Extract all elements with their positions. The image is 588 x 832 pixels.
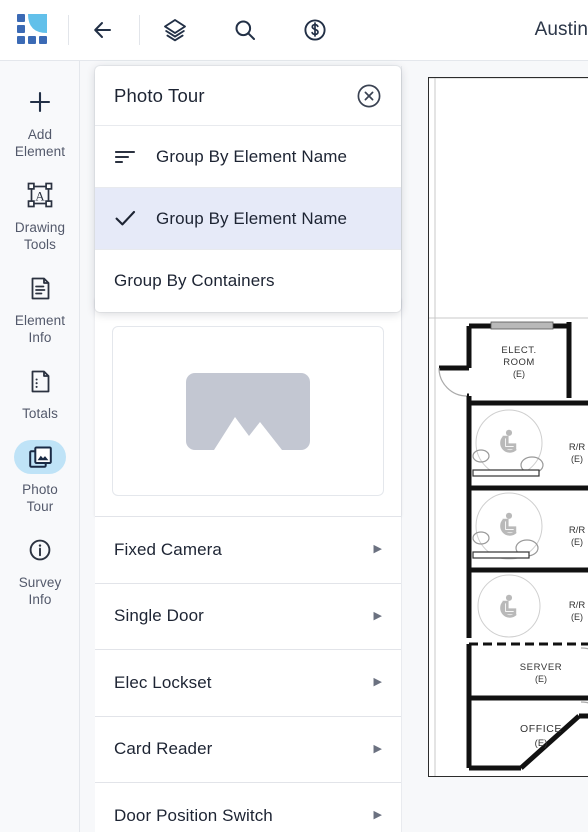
svg-text:(E): (E) [535, 738, 548, 749]
photo-stack-icon [28, 446, 52, 468]
photo-frame[interactable] [112, 326, 384, 496]
check-icon [114, 208, 136, 230]
dropdown-header: Photo Tour [95, 66, 401, 126]
element-type-list: Fixed Camera ▶ Single Door ▶ Elec Lockse… [95, 516, 401, 832]
chevron-right-icon: ▶ [373, 809, 382, 822]
cost-button[interactable] [292, 7, 338, 53]
svg-text:(E): (E) [571, 612, 583, 622]
sidebar-item-totals[interactable]: Totals [0, 358, 80, 426]
plus-icon [29, 91, 51, 113]
svg-text:OFFICE: OFFICE [520, 723, 562, 735]
sidebar-item-label: Add Element [14, 127, 66, 159]
left-sidebar: Add Element A Drawing Tools Element Info… [0, 61, 80, 832]
list-item-label: Fixed Camera [114, 539, 222, 559]
page-title: Austin [534, 19, 588, 40]
close-circle-icon[interactable] [356, 83, 382, 109]
photo-tour-icon-wrap [14, 440, 66, 474]
chevron-right-icon: ▶ [373, 742, 382, 755]
sidebar-item-label: Drawing Tools [14, 220, 66, 252]
list-item-label: Card Reader [114, 739, 213, 759]
survey-info-icon-wrap [14, 533, 66, 567]
svg-text:(E): (E) [571, 537, 583, 547]
sidebar-item-label: Totals [22, 406, 58, 421]
panel-right-edge [401, 66, 402, 832]
svg-text:SERVER: SERVER [520, 662, 563, 673]
sort-lines-icon [114, 146, 136, 168]
floorplan-canvas[interactable]: ELECT. ROOM (E) R/R (E) R/R (E) R/R (E) … [428, 77, 588, 777]
svg-text:(E): (E) [513, 369, 525, 379]
sidebar-item-element-info[interactable]: Element Info [0, 265, 80, 350]
chevron-right-icon: ▶ [373, 543, 382, 556]
svg-text:ROOM: ROOM [503, 357, 535, 368]
sidebar-item-add-element[interactable]: Add Element [0, 79, 80, 164]
totals-icon [31, 370, 49, 392]
sidebar-item-survey-info[interactable]: Survey Info [0, 527, 80, 612]
grid-logo-icon[interactable] [16, 13, 52, 47]
sidebar-item-label: Photo Tour [22, 482, 58, 514]
document-lines-icon [31, 277, 49, 299]
element-info-icon-wrap [14, 271, 66, 305]
sidebar-item-label: Element Info [14, 313, 66, 345]
list-item[interactable]: Single Door ▶ [95, 582, 401, 649]
drawing-tools-icon-wrap: A [14, 178, 66, 212]
layers-button[interactable] [152, 7, 198, 53]
chevron-right-icon: ▶ [373, 609, 382, 622]
svg-text:(E): (E) [571, 454, 583, 464]
menu-item-label: Group By Containers [114, 271, 275, 290]
search-button[interactable] [222, 7, 268, 53]
toolbar-divider-2 [139, 15, 140, 45]
svg-text:R/R: R/R [569, 442, 586, 453]
floorplan-drawing: ELECT. ROOM (E) R/R (E) R/R (E) R/R (E) … [429, 78, 588, 776]
menu-item-label: Group By Element Name [156, 146, 348, 166]
list-item[interactable]: Fixed Camera ▶ [95, 516, 401, 583]
svg-text:(E): (E) [535, 674, 547, 684]
svg-text:R/R: R/R [569, 600, 586, 611]
sidebar-item-drawing-tools[interactable]: A Drawing Tools [0, 172, 80, 257]
chevron-right-icon: ▶ [373, 676, 382, 689]
dollar-circle-icon [304, 19, 326, 41]
arrow-left-icon [94, 22, 111, 38]
menu-item-group-by-element-name-2[interactable]: Group By Element Name [95, 188, 401, 250]
menu-item-group-by-containers[interactable]: Group By Containers [95, 250, 401, 312]
list-item-label: Door Position Switch [114, 805, 273, 825]
sidebar-item-photo-tour[interactable]: Photo Tour [0, 434, 80, 519]
totals-icon-wrap [14, 364, 66, 398]
info-circle-icon [29, 539, 51, 561]
back-button[interactable] [81, 7, 127, 53]
svg-text:R/R: R/R [569, 525, 586, 536]
dropdown-title: Photo Tour [114, 84, 205, 106]
add-element-icon-wrap [14, 85, 66, 119]
svg-text:ELECT.: ELECT. [501, 345, 536, 356]
list-item[interactable]: Card Reader ▶ [95, 715, 401, 782]
search-icon [235, 20, 255, 40]
list-item[interactable]: Door Position Switch ▶ [95, 782, 401, 832]
group-by-dropdown: Photo Tour Group By Element Name Group B… [95, 66, 401, 312]
list-item-label: Elec Lockset [114, 672, 212, 692]
list-item-label: Single Door [114, 606, 204, 626]
menu-item-label: Group By Element Name [156, 208, 348, 228]
list-item[interactable]: Elec Lockset ▶ [95, 649, 401, 716]
layers-icon [164, 19, 186, 42]
app-root: Austin Add Element A Drawing Tools Eleme… [0, 0, 588, 832]
mountain-glyph [214, 416, 282, 450]
photo-preview-block [95, 298, 401, 516]
top-toolbar: Austin [0, 0, 588, 61]
drawing-tools-icon: A [27, 182, 53, 208]
menu-item-group-by-element-name-1[interactable]: Group By Element Name [95, 126, 401, 188]
image-placeholder-icon [186, 372, 310, 450]
toolbar-divider-1 [68, 15, 69, 45]
sidebar-item-label: Survey Info [18, 575, 62, 607]
svg-text:A: A [35, 188, 45, 203]
